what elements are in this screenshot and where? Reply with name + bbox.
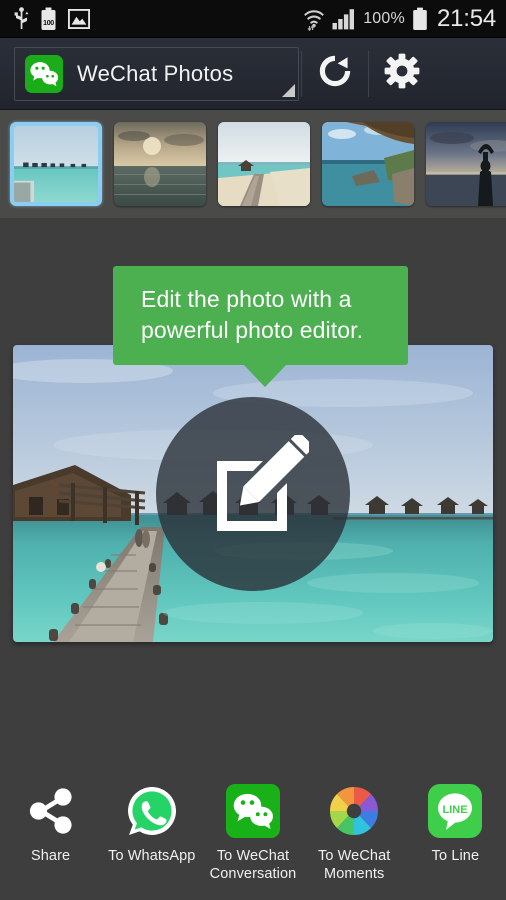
dropdown-caret-icon	[282, 83, 295, 97]
status-bar-right-icons: 100% 21:54	[303, 4, 496, 32]
thumb-overwater-bungalows	[14, 126, 98, 202]
action-wechat-moments[interactable]: To WeChat Moments	[304, 782, 405, 883]
album-spinner[interactable]: WeChat Photos	[14, 46, 299, 101]
tooltip-arrow-icon	[243, 364, 287, 388]
action-line-label: To Line	[431, 848, 480, 864]
action-bar-divider-1	[301, 50, 302, 97]
action-share[interactable]: Share	[0, 782, 101, 866]
cellular-signal-icon	[332, 8, 356, 30]
photo-area: Edit the photo with a powerful photo edi…	[0, 218, 506, 768]
thumb-sunset-sea	[114, 122, 206, 206]
gear-icon	[384, 53, 420, 94]
thumb-rocky-cove	[322, 122, 414, 206]
status-bar: 100 100% 21:54	[0, 0, 506, 38]
settings-button[interactable]	[371, 43, 433, 105]
main-photo[interactable]	[13, 345, 493, 642]
thumb-pier-beach	[218, 122, 310, 206]
tooltip-line-1: Edit the photo with a	[141, 286, 352, 312]
gallery-icon	[68, 8, 90, 29]
thumbnail-item-0[interactable]	[10, 122, 102, 206]
spinner-label: WeChat Photos	[77, 60, 234, 86]
app-root: 100 100% 21:54 WeChat Photos Edit the ph…	[0, 0, 506, 900]
battery-charging-icon: 100	[40, 7, 57, 31]
action-line[interactable]: LINE To Line	[405, 782, 506, 866]
share-action-bar: Share To WhatsApp To WeChat Conversation…	[0, 772, 506, 900]
thumbnail-item-1[interactable]	[114, 122, 206, 206]
action-bar: WeChat Photos	[0, 38, 506, 110]
wechat-moments-icon	[325, 782, 383, 840]
action-bar-divider-2	[368, 50, 369, 97]
thumbnail-item-3[interactable]	[322, 122, 414, 206]
thumbnail-item-2[interactable]	[218, 122, 310, 206]
tooltip-line-2: powerful photo editor.	[141, 316, 364, 343]
wechat-icon	[224, 782, 282, 840]
share-icon	[22, 782, 80, 840]
status-clock: 21:54	[436, 4, 496, 32]
battery-level-text: 100	[43, 19, 54, 27]
edit-tooltip: Edit the photo with a powerful photo edi…	[113, 266, 408, 388]
action-wechat-conversation-label: To WeChat Conversation	[209, 848, 297, 882]
action-wechat-conversation[interactable]: To WeChat Conversation	[202, 782, 303, 883]
action-wechat-moments-label: To WeChat Moments	[318, 848, 391, 882]
thumb-silhouette-sunset	[426, 122, 506, 206]
action-whatsapp-label: To WhatsApp	[108, 848, 196, 864]
thumbnail-strip[interactable]	[0, 110, 506, 218]
svg-text:LINE: LINE	[443, 804, 468, 816]
edit-pencil-icon	[197, 431, 315, 552]
status-bar-left-icons: 100	[14, 6, 90, 31]
action-whatsapp[interactable]: To WhatsApp	[101, 782, 202, 866]
line-icon: LINE	[426, 782, 484, 840]
wechat-logo-icon	[25, 54, 63, 93]
usb-icon	[14, 6, 29, 31]
battery-full-icon	[412, 7, 428, 31]
edit-photo-button[interactable]	[156, 396, 350, 591]
refresh-icon	[317, 53, 353, 94]
action-share-label: Share	[31, 848, 71, 864]
thumbnail-item-4[interactable]	[426, 122, 506, 206]
whatsapp-icon	[123, 782, 181, 840]
battery-percent-text: 100%	[363, 9, 405, 27]
refresh-button[interactable]	[304, 43, 366, 105]
wifi-icon	[303, 7, 325, 31]
